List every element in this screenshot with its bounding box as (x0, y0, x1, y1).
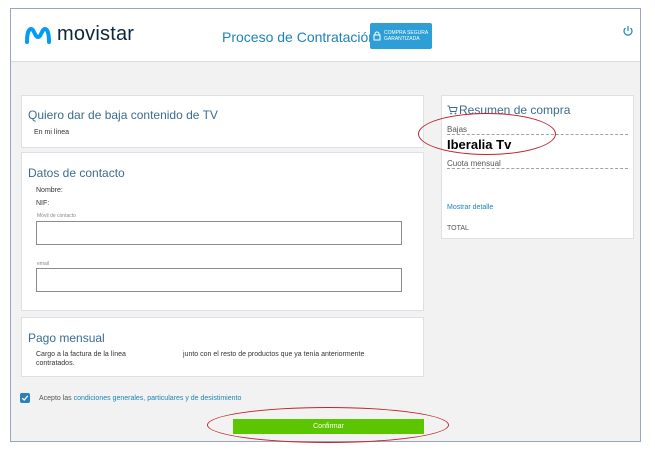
movil-label: Móvil de contacto (37, 213, 76, 219)
baja-subtitle: En mi línea (34, 129, 70, 136)
power-icon[interactable] (622, 25, 634, 37)
secure-purchase-badge: COMPRA SEGURA GARANTIZADA (370, 23, 432, 49)
accept-terms-checkbox[interactable] (20, 393, 30, 403)
cuota-label: Cuota mensual (447, 159, 501, 168)
total-label: TOTAL (447, 225, 469, 232)
bajas-label: Bajas (447, 125, 468, 134)
email-input[interactable] (36, 268, 402, 292)
email-label: email (37, 261, 49, 267)
process-title: Proceso de Contratación (222, 29, 377, 45)
lock-icon (373, 31, 381, 41)
movistar-logo[interactable]: movistar (25, 23, 134, 46)
nombre-label: Nombre: (36, 187, 63, 194)
brand-name: movistar (57, 23, 135, 45)
payment-text-a: Cargo a la factura de la línea (36, 351, 126, 358)
show-detail-link[interactable]: Mostrar detalle (447, 204, 493, 211)
terms-text: Acepto las condiciones generales, partic… (39, 395, 241, 402)
terms-prefix: Acepto las (39, 395, 72, 402)
header: movistar Proceso de Contratación COMPRA … (11, 9, 640, 62)
cart-icon (447, 105, 458, 115)
payment-text-b: junto con el resto de productos que ya t… (183, 351, 365, 358)
baja-title: Quiero dar de baja contenido de TV (28, 108, 218, 122)
baja-card: Quiero dar de baja contenido de TV En mi… (21, 95, 424, 148)
nif-label: NIF: (36, 200, 50, 207)
movil-input[interactable] (36, 221, 402, 245)
payment-text-c: contratados. (36, 360, 75, 367)
dashed-divider-2 (447, 168, 628, 169)
payment-card: Pago mensual Cargo a la factura de la lí… (21, 317, 424, 377)
badge-line-2: GARANTIZADA (384, 36, 420, 42)
bajas-value: Iberalia Tv (447, 137, 512, 152)
summary-title: Resumen de compra (459, 103, 571, 117)
payment-title: Pago mensual (28, 331, 105, 345)
contact-title: Datos de contacto (28, 166, 125, 180)
checkmark-icon (21, 395, 29, 401)
terms-link[interactable]: condiciones generales, particulares y de… (74, 395, 242, 402)
movistar-m-icon (25, 26, 51, 44)
contact-card: Datos de contacto Nombre: NIF: Móvil de … (21, 152, 424, 311)
dashed-divider-1 (447, 134, 628, 135)
browser-frame: movistar Proceso de Contratación COMPRA … (10, 8, 641, 442)
confirm-button[interactable]: Confirmar (233, 419, 424, 434)
summary-card: Resumen de compra Bajas Iberalia Tv Cuot… (441, 95, 634, 239)
